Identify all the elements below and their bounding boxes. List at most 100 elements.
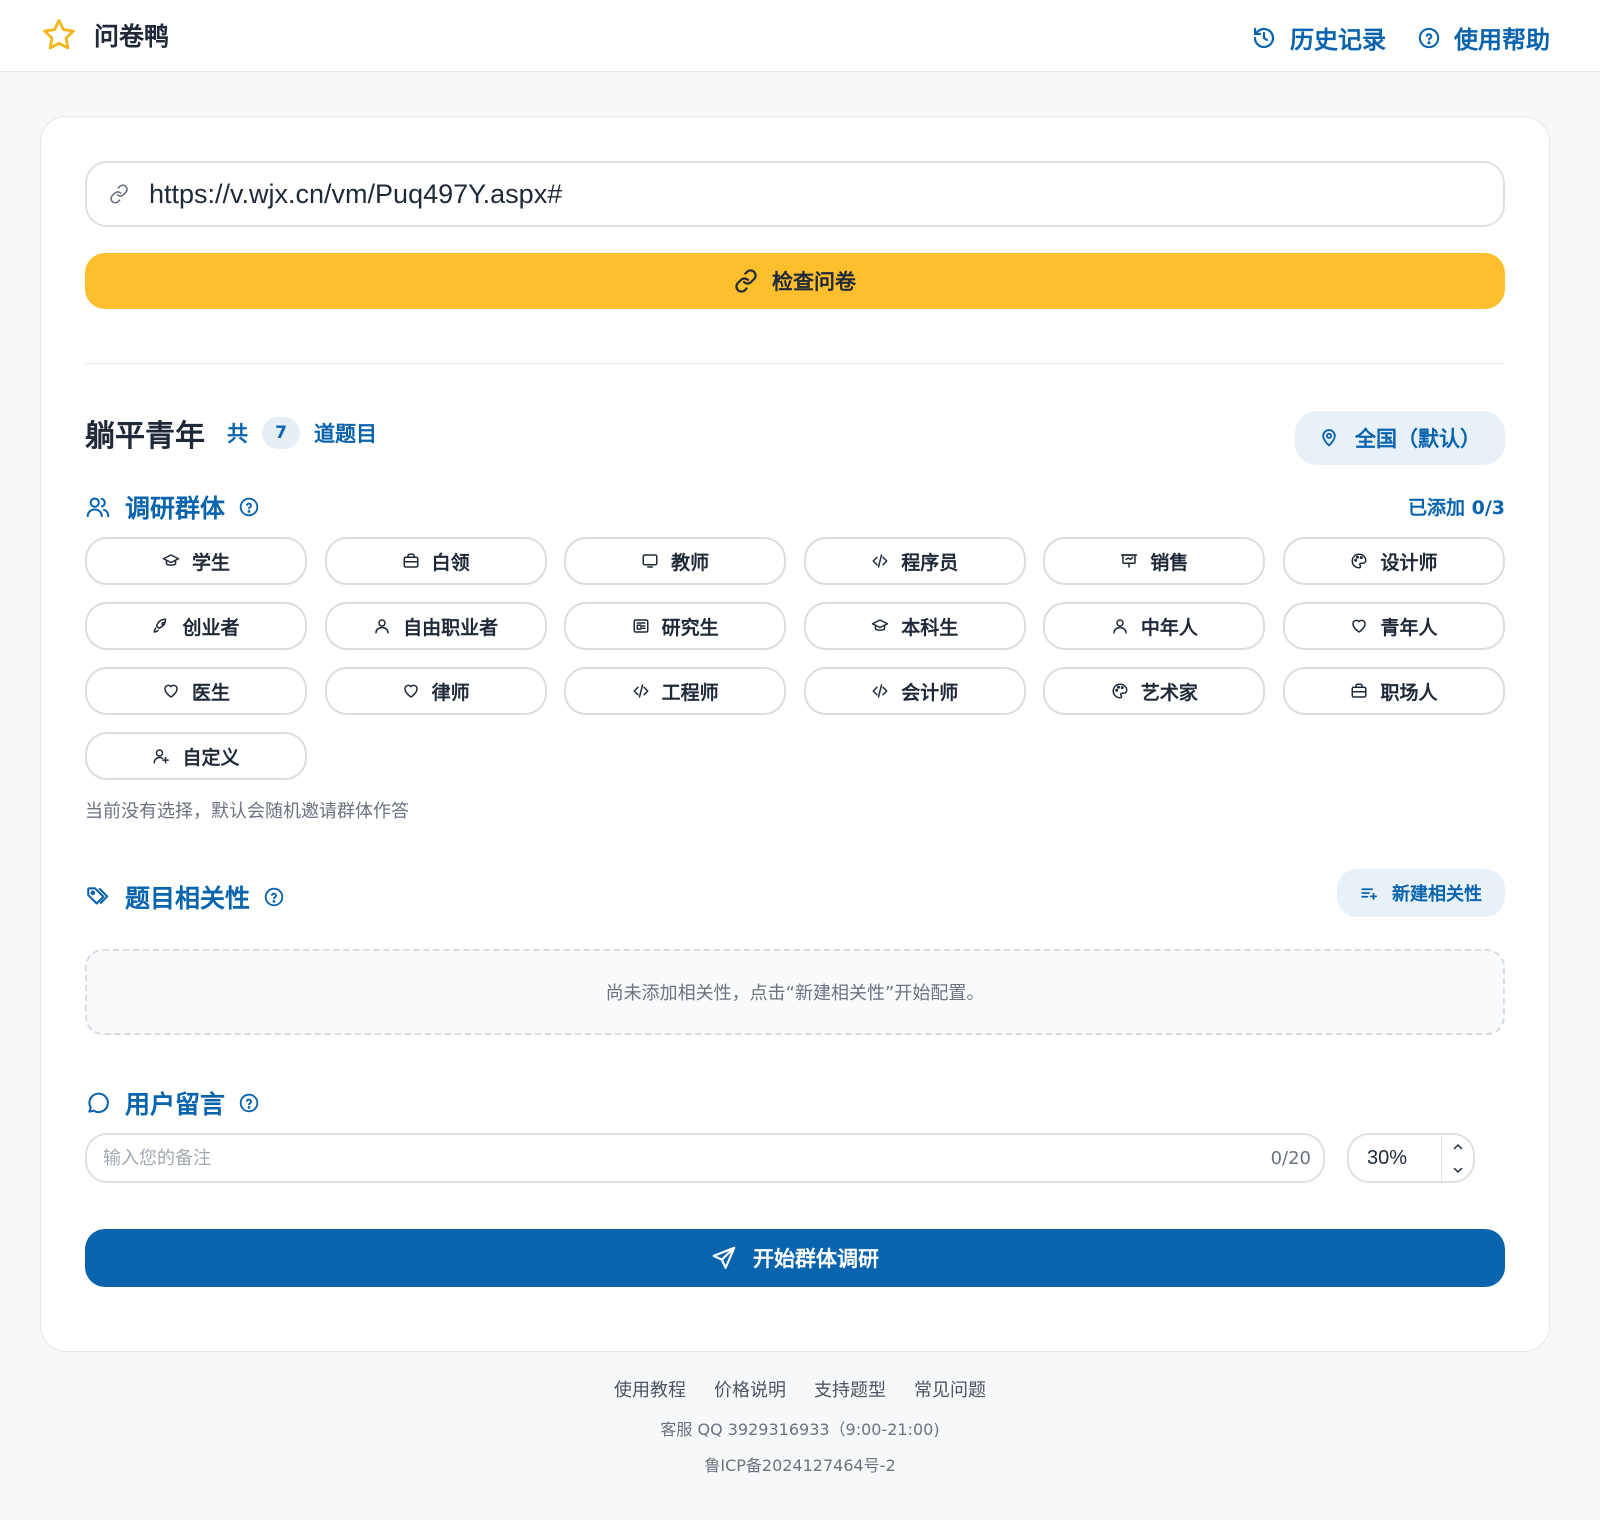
comment-char-counter: 0/20 bbox=[1270, 1147, 1311, 1169]
link-icon bbox=[734, 269, 758, 293]
groups-hint: 当前没有选择，默认会随机邀请群体作答 bbox=[85, 801, 409, 822]
divider bbox=[85, 363, 1505, 364]
comment-percent-value[interactable]: 30% bbox=[1367, 1147, 1441, 1170]
group-chip[interactable]: 自定义 bbox=[85, 732, 307, 780]
group-chip[interactable]: 工程师 bbox=[564, 667, 787, 715]
check-survey-label: 检查问卷 bbox=[772, 270, 856, 294]
brand-name: 问卷鸭 bbox=[94, 22, 170, 51]
stepper-controls bbox=[1441, 1135, 1473, 1181]
group-chip-label: 医生 bbox=[191, 681, 230, 704]
new-relevance-button[interactable]: 新建相关性 bbox=[1337, 869, 1505, 917]
footer-links: 使用教程 价格说明 支持题型 常见问题 bbox=[0, 1376, 1600, 1402]
group-chip-label: 白领 bbox=[431, 551, 470, 574]
help-circle-icon[interactable] bbox=[239, 497, 259, 517]
group-chip[interactable]: 学生 bbox=[85, 537, 307, 585]
nav-help-label: 使用帮助 bbox=[1454, 26, 1550, 54]
palette-icon bbox=[1111, 682, 1129, 700]
group-chip-label: 律师 bbox=[431, 681, 470, 704]
list-plus-icon bbox=[1360, 884, 1378, 902]
group-chip[interactable]: 青年人 bbox=[1282, 602, 1505, 650]
presentation-icon bbox=[1120, 552, 1138, 570]
survey-url-input[interactable] bbox=[149, 178, 1449, 210]
check-survey-button[interactable]: 检查问卷 bbox=[85, 253, 1505, 309]
newspaper-icon bbox=[632, 617, 650, 635]
comment-input[interactable] bbox=[103, 1147, 1271, 1169]
question-count-badge: 7 bbox=[262, 417, 300, 449]
group-chip[interactable]: 白领 bbox=[324, 537, 547, 585]
group-chip-label: 职场人 bbox=[1380, 681, 1438, 704]
group-chip[interactable]: 本科生 bbox=[803, 602, 1026, 650]
footer-support: 客服 QQ 3929316933（9:00-21:00) bbox=[660, 1420, 940, 1439]
code-icon bbox=[871, 682, 889, 700]
group-chip[interactable]: 艺术家 bbox=[1043, 667, 1266, 715]
nav-help-link[interactable]: 使用帮助 bbox=[1418, 20, 1550, 55]
users-icon bbox=[85, 494, 111, 520]
palette-icon bbox=[1350, 552, 1368, 570]
group-chip[interactable]: 职场人 bbox=[1282, 667, 1505, 715]
new-relevance-label: 新建相关性 bbox=[1392, 884, 1482, 905]
brand[interactable]: 问卷鸭 bbox=[40, 16, 169, 54]
group-chip[interactable]: 程序员 bbox=[803, 537, 1026, 585]
added-count: 已添加 0/3 bbox=[1408, 497, 1505, 519]
code-icon bbox=[871, 552, 889, 570]
group-chip-label: 会计师 bbox=[901, 681, 959, 704]
group-chip[interactable]: 销售 bbox=[1043, 537, 1266, 585]
group-chip-label: 教师 bbox=[671, 551, 710, 574]
group-chip-label: 设计师 bbox=[1380, 551, 1438, 574]
group-chip[interactable]: 创业者 bbox=[85, 602, 307, 650]
map-pin-icon bbox=[1319, 428, 1339, 448]
group-chip-label: 研究生 bbox=[661, 616, 719, 639]
group-chip[interactable]: 教师 bbox=[564, 537, 787, 585]
start-survey-button[interactable]: 开始群体调研 bbox=[85, 1229, 1505, 1287]
heart-icon bbox=[1350, 617, 1368, 635]
group-chip[interactable]: 律师 bbox=[324, 667, 547, 715]
link-icon bbox=[109, 184, 129, 204]
help-circle-icon[interactable] bbox=[264, 887, 284, 907]
group-chip-label: 艺术家 bbox=[1140, 681, 1198, 704]
graduation-cap-icon bbox=[162, 552, 180, 570]
chevron-down-icon[interactable] bbox=[1442, 1158, 1473, 1181]
footer-link-faq[interactable]: 常见问题 bbox=[914, 1376, 986, 1402]
group-chip-label: 程序员 bbox=[901, 551, 959, 574]
survey-url-field[interactable] bbox=[85, 161, 1505, 227]
nav-history-label: 历史记录 bbox=[1290, 26, 1386, 54]
group-chip-label: 青年人 bbox=[1380, 616, 1438, 639]
help-circle-icon[interactable] bbox=[239, 1093, 259, 1113]
group-chip-label: 销售 bbox=[1150, 551, 1189, 574]
group-chip[interactable]: 中年人 bbox=[1043, 602, 1266, 650]
start-survey-label: 开始群体调研 bbox=[753, 1247, 879, 1271]
footer-link-tutorial[interactable]: 使用教程 bbox=[614, 1376, 686, 1402]
nav-history-link[interactable]: 历史记录 bbox=[1252, 20, 1386, 55]
star-logo-icon bbox=[40, 16, 78, 54]
region-select-button[interactable]: 全国（默认） bbox=[1295, 411, 1505, 465]
send-icon bbox=[711, 1245, 737, 1271]
message-circle-icon bbox=[85, 1090, 111, 1116]
group-chip[interactable]: 设计师 bbox=[1282, 537, 1505, 585]
footer-icp[interactable]: 鲁ICP备2024127464号-2 bbox=[0, 1452, 1600, 1476]
top-nav: 历史记录 使用帮助 bbox=[1252, 20, 1550, 55]
user-icon bbox=[373, 617, 391, 635]
tags-icon bbox=[85, 884, 111, 910]
comment-field[interactable]: 0/20 bbox=[85, 1133, 1325, 1183]
relevance-section-header: 题目相关性 bbox=[85, 879, 284, 915]
group-chip[interactable]: 会计师 bbox=[803, 667, 1026, 715]
chevron-up-icon[interactable] bbox=[1442, 1135, 1473, 1158]
comment-percent-stepper[interactable]: 30% bbox=[1347, 1133, 1475, 1183]
survey-title: 躺平青年 bbox=[85, 419, 205, 454]
relevance-section-title: 题目相关性 bbox=[125, 884, 251, 913]
comment-section-title: 用户留言 bbox=[125, 1090, 226, 1119]
briefcase-icon bbox=[1350, 682, 1368, 700]
group-chip[interactable]: 医生 bbox=[85, 667, 307, 715]
graduation-cap-icon bbox=[871, 617, 889, 635]
group-chip-label: 自定义 bbox=[182, 746, 240, 769]
group-chip[interactable]: 自由职业者 bbox=[324, 602, 547, 650]
group-chip[interactable]: 研究生 bbox=[564, 602, 787, 650]
group-chip-label: 学生 bbox=[191, 551, 230, 574]
heart-icon bbox=[162, 682, 180, 700]
footer-link-pricing[interactable]: 价格说明 bbox=[714, 1376, 786, 1402]
comment-section-header: 用户留言 bbox=[85, 1085, 259, 1121]
relevance-empty-text: 尚未添加相关性，点击“新建相关性”开始配置。 bbox=[605, 983, 985, 1004]
question-count-prefix: 共 bbox=[227, 422, 248, 446]
footer-link-question-types[interactable]: 支持题型 bbox=[814, 1376, 886, 1402]
user-icon bbox=[1111, 617, 1129, 635]
